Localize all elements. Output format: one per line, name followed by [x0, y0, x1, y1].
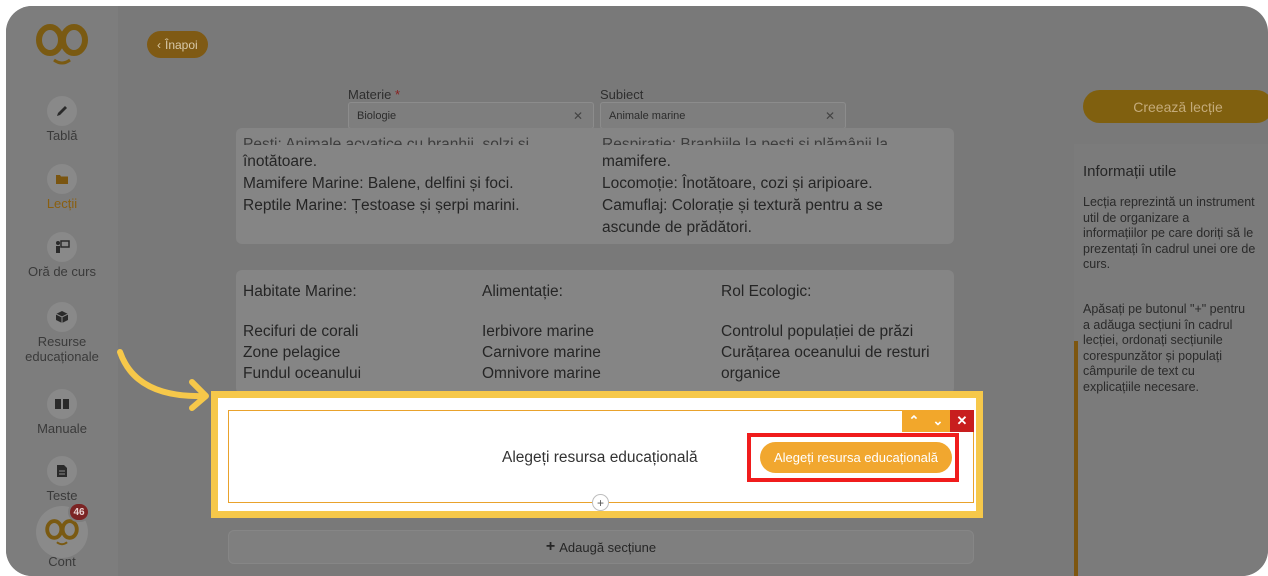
card1-col2-line1: mamifere.	[602, 153, 671, 170]
cube-icon	[47, 302, 77, 332]
card2-col3-item: organice	[721, 365, 781, 382]
card2-col3-item: Curățarea oceanului de resturi	[721, 344, 930, 361]
card1-col1-line0: Pești: Animale acvatice cu branhii, solz…	[243, 136, 530, 145]
card2-col2-item: Carnivore marine	[482, 344, 601, 361]
sidebar-item-ora-de-curs[interactable]: Oră de curs	[6, 232, 118, 279]
materie-select[interactable]: Biologie ✕	[348, 102, 594, 129]
scroll-indicator	[1074, 341, 1078, 576]
card1-col2-line2: Locomoție: Înotătoare, cozi și aripioare…	[602, 175, 873, 192]
clear-subiect-icon[interactable]: ✕	[825, 109, 835, 123]
info-title: Informații utile	[1083, 163, 1177, 180]
card2-col1-header: Habitate Marine:	[243, 283, 357, 300]
chevron-down-icon: ⌄	[932, 413, 944, 428]
materie-label-text: Materie	[348, 87, 392, 102]
clear-materie-icon[interactable]: ✕	[573, 109, 583, 123]
sidebar-item-label: Teste	[46, 488, 78, 503]
card2-col1-item: Zone pelagice	[243, 344, 341, 361]
sidebar: Tablă Lecții Oră de curs Resurse educați…	[6, 6, 118, 576]
sidebar-item-label: Manuale	[37, 421, 87, 436]
sidebar-item-lectii[interactable]: Lecții	[6, 164, 118, 211]
materie-value: Biologie	[357, 109, 397, 122]
card1-col1-line1: înotătoare.	[243, 153, 318, 170]
create-lesson-button[interactable]: Creează lecție	[1083, 90, 1268, 123]
sidebar-item-label: Resurse educaționale	[25, 334, 99, 364]
sidebar-item-label: Cont	[48, 554, 76, 569]
app-window: Tablă Lecții Oră de curs Resurse educați…	[6, 6, 1268, 576]
back-label: Înapoi	[165, 37, 198, 52]
card2-col1-item: Recifuri de corali	[243, 323, 359, 340]
add-below-button[interactable]: +	[592, 494, 609, 511]
card2-col3-header: Rol Ecologic:	[721, 283, 812, 300]
add-section-button[interactable]: + Adaugă secțiune	[228, 530, 974, 564]
card2-col1-item: Fundul oceanului	[243, 365, 362, 382]
info-paragraph-1: Lecția reprezintă un instrument util de …	[1083, 195, 1256, 271]
pencil-icon	[47, 96, 77, 126]
back-button[interactable]: ‹ Înapoi	[147, 31, 208, 58]
card1-col2-line4: ascunde de prădători.	[602, 219, 752, 236]
card1-col2-line3: Camuflaj: Colorație și textură pentru a …	[602, 197, 883, 214]
section-label: Alegeți resursa educațională	[502, 449, 698, 466]
notification-badge: 46	[68, 502, 90, 522]
close-icon: ✕	[956, 413, 968, 428]
subiect-label: Subiect	[600, 87, 644, 102]
card2-col2-header: Alimentație:	[482, 283, 563, 300]
card2-col2-item: Ierbivore marine	[482, 323, 594, 340]
card1-col1-line3: Reptile Marine: Țestoase și șerpi marini…	[243, 197, 520, 214]
add-section-label: Adaugă secțiune	[559, 539, 657, 555]
sidebar-item-manuale[interactable]: Manuale	[6, 389, 118, 436]
folder-icon	[47, 164, 77, 194]
sidebar-item-label: Tablă	[46, 128, 78, 143]
card1-col1-line2: Mamifere Marine: Balene, delfini și foci…	[243, 175, 514, 192]
section-controls: ⌃ ⌄ ✕	[902, 410, 974, 432]
sidebar-item-tabla[interactable]: Tablă	[6, 96, 118, 143]
sidebar-item-teste[interactable]: Teste	[6, 456, 118, 503]
delete-section-button[interactable]: ✕	[950, 410, 974, 432]
chevron-up-icon: ⌃	[908, 413, 920, 428]
required-marker: *	[394, 87, 401, 102]
plus-icon: +	[545, 538, 556, 555]
choose-resource-button[interactable]: Alegeți resursa educațională	[760, 442, 952, 473]
materie-label: Materie *	[348, 87, 400, 102]
sidebar-item-cont[interactable]: Cont	[6, 554, 118, 569]
card2-col2-item: Omnivore marine	[482, 365, 601, 382]
book-icon	[47, 389, 77, 419]
card1-col2-line0: Respirație: Branhiile la pești și plămân…	[602, 136, 889, 145]
move-up-button[interactable]: ⌃	[902, 410, 926, 432]
sidebar-item-label: Oră de curs	[28, 264, 96, 279]
document-icon	[47, 456, 77, 486]
curved-arrow-icon	[117, 349, 209, 411]
sidebar-item-resurse[interactable]: Resurse educaționale	[6, 302, 118, 364]
teacher-icon	[47, 232, 77, 262]
card2-col3-item: Controlul populației de prăzi	[721, 323, 914, 340]
info-paragraph-2: Apăsați pe butonul "+" pentru a adăuga s…	[1083, 302, 1246, 394]
chevron-left-icon: ‹	[157, 37, 161, 52]
subiect-value: Animale marine	[609, 109, 686, 122]
sidebar-item-label: Lecții	[46, 196, 78, 211]
subiect-select[interactable]: Animale marine ✕	[600, 102, 846, 129]
logo-icon	[36, 24, 88, 65]
move-down-button[interactable]: ⌄	[926, 410, 950, 432]
